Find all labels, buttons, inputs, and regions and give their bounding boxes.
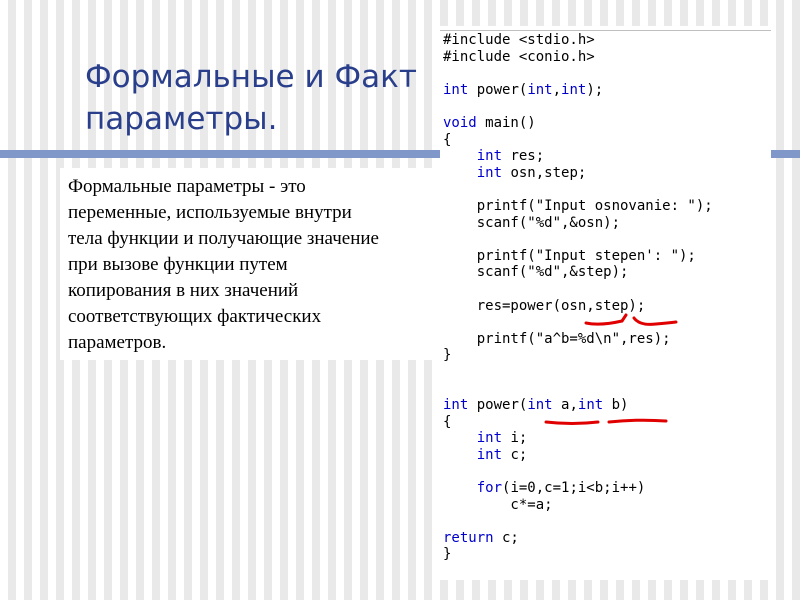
slide-title: Формальные и Факт параметры. bbox=[85, 59, 417, 137]
definition-text: Формальные параметры - это переменные, и… bbox=[68, 176, 379, 353]
code-line: for(i=0,c=1;i<b;i++) bbox=[443, 480, 646, 497]
code-line: printf("a^b=%d\n",res); bbox=[443, 331, 671, 347]
code-text: main() bbox=[476, 114, 536, 131]
code-text: printf("a^b=%d\n",res); bbox=[443, 330, 671, 347]
code-keyword: int bbox=[443, 81, 469, 98]
code-text: b) bbox=[603, 397, 629, 414]
code-line: int power(int a,int b) bbox=[443, 397, 629, 413]
code-line: #include <conio.h> bbox=[443, 49, 595, 65]
code-text: } bbox=[443, 347, 452, 364]
code-text: , bbox=[552, 81, 562, 98]
code-text: scanf("%d",&step); bbox=[443, 264, 629, 281]
code-text: power( bbox=[468, 81, 528, 98]
code-keyword: for bbox=[476, 480, 503, 497]
code-text: c; bbox=[493, 529, 519, 546]
code-text: ); bbox=[586, 81, 604, 98]
code-keyword: return bbox=[443, 529, 494, 546]
code-panel-top-border bbox=[440, 30, 771, 31]
code-line: printf("Input stepen': "); bbox=[443, 248, 696, 264]
code-keyword: void bbox=[443, 114, 477, 131]
code-keyword: int bbox=[476, 164, 503, 181]
code-line: int i; bbox=[443, 430, 528, 447]
code-keyword: int bbox=[443, 397, 469, 414]
code-line: int osn,step; bbox=[443, 164, 587, 181]
code-text: res; bbox=[502, 148, 545, 165]
code-line: { bbox=[443, 414, 451, 430]
code-line: return c; bbox=[443, 530, 519, 546]
code-line: c*=a; bbox=[443, 496, 553, 513]
code-text: scanf("%d",&osn); bbox=[443, 214, 621, 231]
code-line: #include <stdio.h> bbox=[443, 32, 595, 48]
code-text: #include <conio.h> bbox=[443, 48, 595, 65]
code-line: void main() bbox=[443, 115, 536, 131]
code-text: { bbox=[443, 131, 452, 148]
code-text: printf("Input stepen': "); bbox=[443, 247, 696, 264]
code-keyword: int bbox=[476, 446, 503, 463]
code-text: res=power(osn,step); bbox=[443, 297, 646, 314]
code-text: osn,step; bbox=[502, 164, 587, 181]
code-text: power( bbox=[468, 397, 528, 414]
code-text: #include <stdio.h> bbox=[443, 32, 595, 48]
code-text: c*=a; bbox=[443, 496, 553, 513]
code-line: } bbox=[443, 347, 451, 363]
code-text: i; bbox=[502, 430, 528, 447]
code-keyword: int bbox=[476, 430, 503, 447]
code-line: } bbox=[443, 546, 451, 562]
code-line: res=power(osn,step); bbox=[443, 297, 646, 314]
code-keyword: int bbox=[527, 397, 553, 414]
code-line: { bbox=[443, 132, 451, 148]
code-text: { bbox=[443, 413, 452, 430]
code-line: int power(int,int); bbox=[443, 82, 603, 98]
code-keyword: int bbox=[476, 148, 503, 165]
code-keyword: int bbox=[577, 397, 604, 414]
code-line: scanf("%d",&osn); bbox=[443, 215, 620, 231]
code-keyword: int bbox=[561, 81, 587, 98]
code-line: int res; bbox=[443, 148, 544, 164]
code-text: a, bbox=[552, 397, 578, 414]
code-line: scanf("%d",&step); bbox=[443, 264, 629, 281]
code-text: c; bbox=[502, 446, 528, 463]
code-text: printf("Input osnovanie: "); bbox=[443, 197, 713, 214]
code-panel: #include <stdio.h> #include <conio.h> in… bbox=[440, 26, 771, 580]
code-keyword: int bbox=[527, 81, 553, 98]
code-listing: #include <stdio.h> #include <conio.h> in… bbox=[443, 32, 713, 563]
code-text: } bbox=[443, 546, 452, 563]
definition-box: Формальные параметры - это переменные, и… bbox=[60, 168, 440, 360]
code-line: int c; bbox=[443, 446, 528, 463]
code-line: printf("Input osnovanie: "); bbox=[443, 198, 713, 214]
code-text: (i=0,c=1;i<b;i++) bbox=[502, 480, 646, 497]
